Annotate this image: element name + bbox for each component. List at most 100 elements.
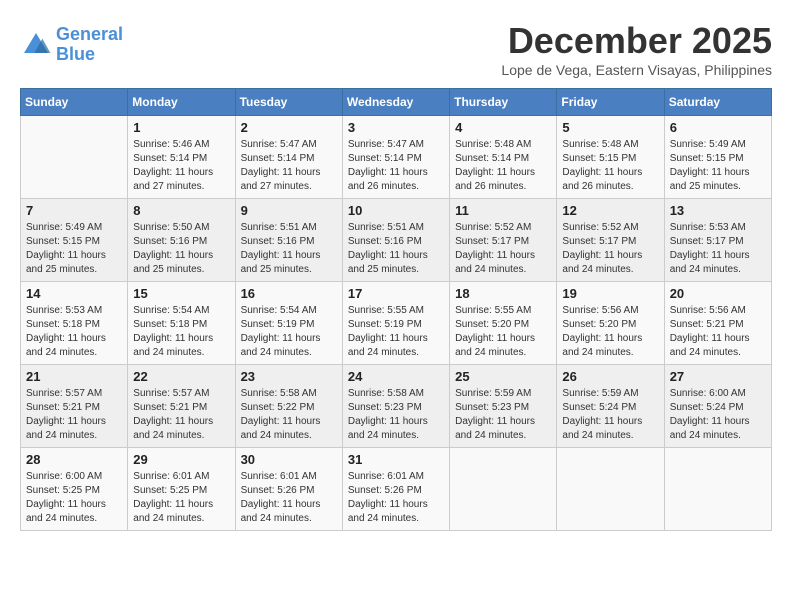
day-info: Sunrise: 5:52 AMSunset: 5:17 PMDaylight:… bbox=[562, 221, 658, 277]
sunset-text: Sunset: 5:15 PM bbox=[670, 152, 766, 166]
daylight-text: Daylight: 11 hours and 24 minutes. bbox=[562, 249, 658, 277]
sunrise-text: Sunrise: 6:01 AM bbox=[348, 470, 444, 484]
sunset-text: Sunset: 5:22 PM bbox=[241, 401, 337, 415]
sunset-text: Sunset: 5:15 PM bbox=[26, 235, 122, 249]
sunrise-text: Sunrise: 5:53 AM bbox=[26, 304, 122, 318]
day-info: Sunrise: 5:46 AMSunset: 5:14 PMDaylight:… bbox=[133, 138, 229, 194]
location: Lope de Vega, Eastern Visayas, Philippin… bbox=[501, 62, 772, 78]
sunset-text: Sunset: 5:21 PM bbox=[670, 318, 766, 332]
sunrise-text: Sunrise: 5:57 AM bbox=[26, 387, 122, 401]
calendar-cell bbox=[664, 448, 771, 531]
sunrise-text: Sunrise: 5:51 AM bbox=[348, 221, 444, 235]
sunset-text: Sunset: 5:23 PM bbox=[455, 401, 551, 415]
daylight-text: Daylight: 11 hours and 24 minutes. bbox=[670, 332, 766, 360]
day-info: Sunrise: 5:56 AMSunset: 5:21 PMDaylight:… bbox=[670, 304, 766, 360]
day-info: Sunrise: 6:00 AMSunset: 5:24 PMDaylight:… bbox=[670, 387, 766, 443]
day-number: 20 bbox=[670, 286, 766, 301]
sunset-text: Sunset: 5:26 PM bbox=[348, 484, 444, 498]
day-header-saturday: Saturday bbox=[664, 89, 771, 116]
calendar-cell: 14Sunrise: 5:53 AMSunset: 5:18 PMDayligh… bbox=[21, 282, 128, 365]
logo-text: General Blue bbox=[56, 25, 123, 65]
sunset-text: Sunset: 5:21 PM bbox=[133, 401, 229, 415]
sunrise-text: Sunrise: 5:59 AM bbox=[562, 387, 658, 401]
sunset-text: Sunset: 5:14 PM bbox=[133, 152, 229, 166]
calendar-cell: 3Sunrise: 5:47 AMSunset: 5:14 PMDaylight… bbox=[342, 116, 449, 199]
calendar-body: 1 Sunrise: 5:46 AMSunset: 5:14 PMDaylight… bbox=[21, 116, 772, 531]
sunset-text: Sunset: 5:20 PM bbox=[455, 318, 551, 332]
calendar-cell: 26Sunrise: 5:59 AMSunset: 5:24 PMDayligh… bbox=[557, 365, 664, 448]
sunrise-text: Sunrise: 6:00 AM bbox=[670, 387, 766, 401]
daylight-text: Daylight: 11 hours and 24 minutes. bbox=[133, 415, 229, 443]
sunrise-text: Sunrise: 5:50 AM bbox=[133, 221, 229, 235]
calendar-cell: 13Sunrise: 5:53 AMSunset: 5:17 PMDayligh… bbox=[664, 199, 771, 282]
sunrise-text: Sunrise: 5:57 AM bbox=[133, 387, 229, 401]
day-number: 15 bbox=[133, 286, 229, 301]
calendar-cell: 9Sunrise: 5:51 AMSunset: 5:16 PMDaylight… bbox=[235, 199, 342, 282]
day-number: 1 bbox=[133, 120, 229, 135]
daylight-text: Daylight: 11 hours and 27 minutes. bbox=[241, 166, 337, 194]
day-info: Sunrise: 5:47 AMSunset: 5:14 PMDaylight:… bbox=[241, 138, 337, 194]
week-row-3: 14Sunrise: 5:53 AMSunset: 5:18 PMDayligh… bbox=[21, 282, 772, 365]
sunset-text: Sunset: 5:18 PM bbox=[26, 318, 122, 332]
day-number: 11 bbox=[455, 203, 551, 218]
sunrise-text: Sunrise: 5:51 AM bbox=[241, 221, 337, 235]
daylight-text: Daylight: 11 hours and 26 minutes. bbox=[562, 166, 658, 194]
day-info: Sunrise: 5:52 AMSunset: 5:17 PMDaylight:… bbox=[455, 221, 551, 277]
day-number: 17 bbox=[348, 286, 444, 301]
calendar-header: SundayMondayTuesdayWednesdayThursdayFrid… bbox=[21, 89, 772, 116]
calendar-cell: 7Sunrise: 5:49 AMSunset: 5:15 PMDaylight… bbox=[21, 199, 128, 282]
logo-line2: Blue bbox=[56, 44, 95, 64]
daylight-text: Daylight: 11 hours and 24 minutes. bbox=[241, 498, 337, 526]
daylight-text: Daylight: 11 hours and 27 minutes. bbox=[133, 166, 229, 194]
calendar-cell: 15 Sunrise: 5:54 AMSunset: 5:18 PMDayligh… bbox=[128, 282, 235, 365]
day-number: 4 bbox=[455, 120, 551, 135]
day-number: 9 bbox=[241, 203, 337, 218]
calendar-cell: 31Sunrise: 6:01 AMSunset: 5:26 PMDayligh… bbox=[342, 448, 449, 531]
sunrise-text: Sunrise: 5:54 AM bbox=[241, 304, 337, 318]
sunset-text: Sunset: 5:14 PM bbox=[455, 152, 551, 166]
days-of-week-row: SundayMondayTuesdayWednesdayThursdayFrid… bbox=[21, 89, 772, 116]
sunset-text: Sunset: 5:16 PM bbox=[133, 235, 229, 249]
day-header-thursday: Thursday bbox=[450, 89, 557, 116]
sunrise-text: Sunrise: 6:00 AM bbox=[26, 470, 122, 484]
calendar-cell: 29Sunrise: 6:01 AMSunset: 5:25 PMDayligh… bbox=[128, 448, 235, 531]
day-number: 30 bbox=[241, 452, 337, 467]
day-header-friday: Friday bbox=[557, 89, 664, 116]
day-info: Sunrise: 5:53 AMSunset: 5:17 PMDaylight:… bbox=[670, 221, 766, 277]
day-number: 22 bbox=[133, 369, 229, 384]
daylight-text: Daylight: 11 hours and 24 minutes. bbox=[26, 332, 122, 360]
day-info: Sunrise: 5:47 AMSunset: 5:14 PMDaylight:… bbox=[348, 138, 444, 194]
day-info: Sunrise: 5:54 AMSunset: 5:18 PMDaylight:… bbox=[133, 304, 229, 360]
sunrise-text: Sunrise: 5:56 AM bbox=[670, 304, 766, 318]
calendar-cell: 23Sunrise: 5:58 AMSunset: 5:22 PMDayligh… bbox=[235, 365, 342, 448]
daylight-text: Daylight: 11 hours and 25 minutes. bbox=[241, 249, 337, 277]
day-number: 19 bbox=[562, 286, 658, 301]
calendar-cell: 21Sunrise: 5:57 AMSunset: 5:21 PMDayligh… bbox=[21, 365, 128, 448]
sunset-text: Sunset: 5:25 PM bbox=[133, 484, 229, 498]
sunset-text: Sunset: 5:17 PM bbox=[562, 235, 658, 249]
calendar-cell: 19Sunrise: 5:56 AMSunset: 5:20 PMDayligh… bbox=[557, 282, 664, 365]
daylight-text: Daylight: 11 hours and 25 minutes. bbox=[348, 249, 444, 277]
calendar-cell: 5Sunrise: 5:48 AMSunset: 5:15 PMDaylight… bbox=[557, 116, 664, 199]
month-title: December 2025 bbox=[501, 20, 772, 62]
day-number: 6 bbox=[670, 120, 766, 135]
sunset-text: Sunset: 5:15 PM bbox=[562, 152, 658, 166]
day-info: Sunrise: 5:57 AMSunset: 5:21 PMDaylight:… bbox=[26, 387, 122, 443]
sunrise-text: Sunrise: 6:01 AM bbox=[241, 470, 337, 484]
day-info: Sunrise: 5:51 AMSunset: 5:16 PMDaylight:… bbox=[348, 221, 444, 277]
daylight-text: Daylight: 11 hours and 24 minutes. bbox=[455, 249, 551, 277]
day-number: 29 bbox=[133, 452, 229, 467]
week-row-5: 28Sunrise: 6:00 AMSunset: 5:25 PMDayligh… bbox=[21, 448, 772, 531]
sunrise-text: Sunrise: 5:56 AM bbox=[562, 304, 658, 318]
calendar-table: SundayMondayTuesdayWednesdayThursdayFrid… bbox=[20, 88, 772, 531]
calendar-cell: 28Sunrise: 6:00 AMSunset: 5:25 PMDayligh… bbox=[21, 448, 128, 531]
daylight-text: Daylight: 11 hours and 26 minutes. bbox=[455, 166, 551, 194]
day-number: 25 bbox=[455, 369, 551, 384]
logo-line1: General bbox=[56, 24, 123, 44]
day-number: 8 bbox=[133, 203, 229, 218]
day-number: 16 bbox=[241, 286, 337, 301]
day-number: 5 bbox=[562, 120, 658, 135]
sunset-text: Sunset: 5:23 PM bbox=[348, 401, 444, 415]
sunset-text: Sunset: 5:19 PM bbox=[348, 318, 444, 332]
calendar-cell: 25Sunrise: 5:59 AMSunset: 5:23 PMDayligh… bbox=[450, 365, 557, 448]
